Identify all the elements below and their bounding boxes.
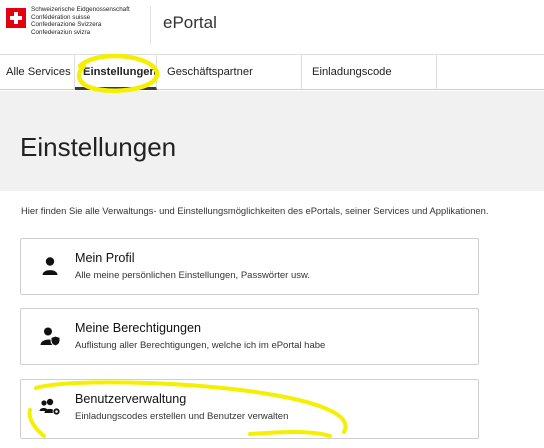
card-title: Meine Berechtigungen: [75, 321, 202, 335]
title-band: Einstellungen: [0, 91, 544, 191]
intro-text: Hier finden Sie alle Verwaltungs- und Ei…: [21, 205, 489, 216]
tab-einladungscode-einloesen[interactable]: Einladungscode einlösen: [302, 55, 437, 113]
users-gear-icon: [39, 398, 61, 416]
header: Schweizerische Eidgenossenschaft Confédé…: [0, 0, 544, 52]
tab-einstellungen[interactable]: Einstellungen: [75, 55, 157, 90]
card-meine-berechtigungen[interactable]: Meine Berechtigungen Auflistung aller Be…: [20, 308, 479, 365]
card-title: Mein Profil: [75, 251, 135, 265]
user-icon: [42, 257, 58, 275]
tab-alle-services[interactable]: Alle Services: [0, 55, 75, 90]
card-description: Einladungscodes erstellen und Benutzer v…: [75, 411, 289, 422]
user-shield-icon: [40, 327, 61, 347]
card-mein-profil[interactable]: Mein Profil Alle meine persönlichen Eins…: [20, 238, 479, 295]
tab-geschaeftspartner-verwalten[interactable]: Geschäftspartner verwalten: [157, 55, 302, 113]
card-description: Alle meine persönlichen Einstellungen, P…: [75, 270, 310, 281]
page-title: Einstellungen: [20, 132, 177, 162]
card-description: Auflistung aller Berechtigungen, welche …: [75, 340, 326, 351]
app-title[interactable]: ePortal: [163, 13, 217, 33]
confederation-line: Confederazione Svizzera: [31, 21, 102, 29]
confederation-logo-text[interactable]: Schweizerische Eidgenossenschaft Confédé…: [31, 6, 130, 36]
confederation-line: Schweizerische Eidgenossenschaft: [31, 6, 130, 13]
main-nav: Alle Services Einstellungen Geschäftspar…: [0, 54, 544, 113]
card-benutzerverwaltung[interactable]: Benutzerverwaltung Einladungscodes erste…: [20, 379, 479, 439]
confederation-line: Confédération suisse: [31, 13, 91, 21]
confederation-line: Confederaziun svizra: [31, 28, 91, 36]
header-divider: [150, 6, 151, 44]
swiss-flag-icon[interactable]: [6, 8, 26, 28]
card-title: Benutzerverwaltung: [75, 392, 187, 406]
